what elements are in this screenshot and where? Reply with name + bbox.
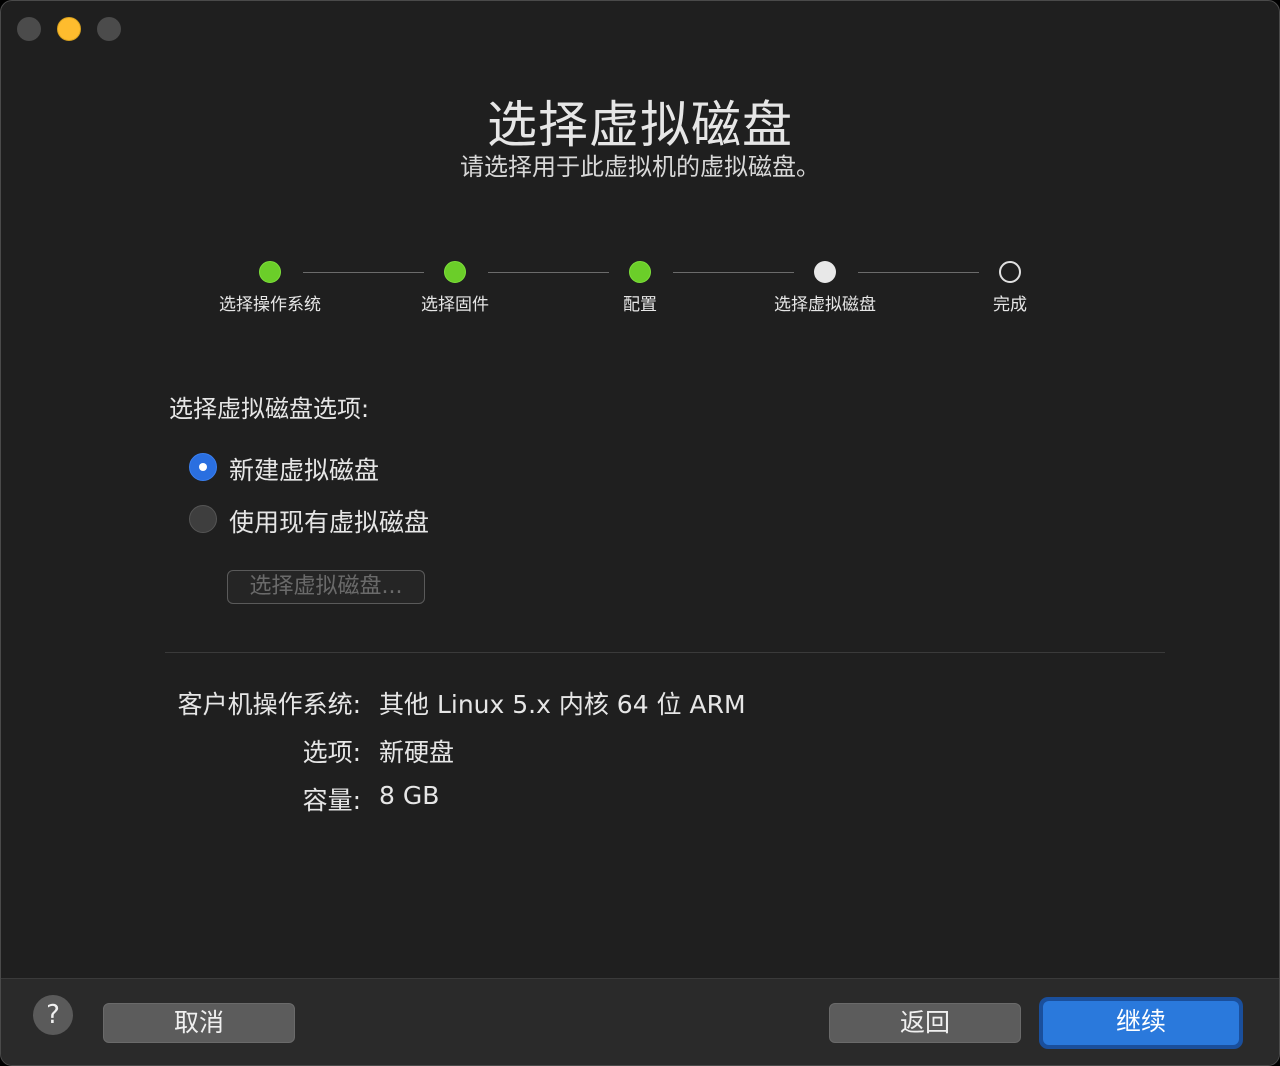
step-dot-firmware bbox=[444, 261, 466, 283]
step-connector bbox=[303, 272, 424, 273]
disk-options-label: 选择虚拟磁盘选项: bbox=[169, 395, 370, 423]
existing-disk-radio[interactable] bbox=[189, 505, 217, 533]
zoom-window-button[interactable] bbox=[97, 17, 121, 41]
step-label-disk: 选择虚拟磁盘 bbox=[774, 295, 876, 315]
step-label-os: 选择操作系统 bbox=[219, 295, 321, 315]
back-button[interactable]: 返回 bbox=[829, 1003, 1021, 1043]
continue-button-label: 继续 bbox=[1043, 1001, 1239, 1045]
guest-os-key: 客户机操作系统: bbox=[177, 690, 361, 719]
step-label-firmware: 选择固件 bbox=[421, 295, 489, 315]
cancel-button[interactable]: 取消 bbox=[103, 1003, 295, 1043]
step-dot-config bbox=[629, 261, 651, 283]
step-dot-finish bbox=[999, 261, 1021, 283]
step-dot-disk bbox=[814, 261, 836, 283]
step-dot-os bbox=[259, 261, 281, 283]
new-disk-radio[interactable] bbox=[189, 453, 217, 481]
step-connector bbox=[488, 272, 609, 273]
continue-button[interactable]: 继续 bbox=[1039, 997, 1243, 1049]
help-button[interactable]: ? bbox=[33, 995, 73, 1035]
guest-os-value: 其他 Linux 5.x 内核 64 位 ARM bbox=[379, 690, 746, 719]
step-connector bbox=[858, 272, 979, 273]
capacity-key: 容量: bbox=[302, 786, 361, 815]
existing-disk-radio-label[interactable]: 使用现有虚拟磁盘 bbox=[229, 503, 429, 539]
disk-option-value: 新硬盘 bbox=[379, 738, 455, 767]
radio-selected-indicator bbox=[199, 463, 207, 471]
section-divider bbox=[165, 652, 1165, 653]
close-window-button[interactable] bbox=[17, 17, 41, 41]
new-disk-radio-label[interactable]: 新建虚拟磁盘 bbox=[229, 451, 379, 487]
step-label-finish: 完成 bbox=[993, 295, 1027, 315]
page-subtitle: 请选择用于此虚拟机的虚拟磁盘。 bbox=[460, 153, 820, 181]
assistant-window: 选择虚拟磁盘 请选择用于此虚拟机的虚拟磁盘。 选择操作系统 选择固件 配置 选择… bbox=[0, 0, 1280, 1066]
step-label-config: 配置 bbox=[623, 295, 657, 315]
step-connector bbox=[673, 272, 794, 273]
capacity-value: 8 GB bbox=[379, 781, 440, 810]
choose-virtual-disk-button[interactable]: 选择虚拟磁盘... bbox=[227, 570, 425, 604]
minimize-window-button[interactable] bbox=[57, 17, 81, 41]
disk-option-key: 选项: bbox=[302, 738, 361, 767]
